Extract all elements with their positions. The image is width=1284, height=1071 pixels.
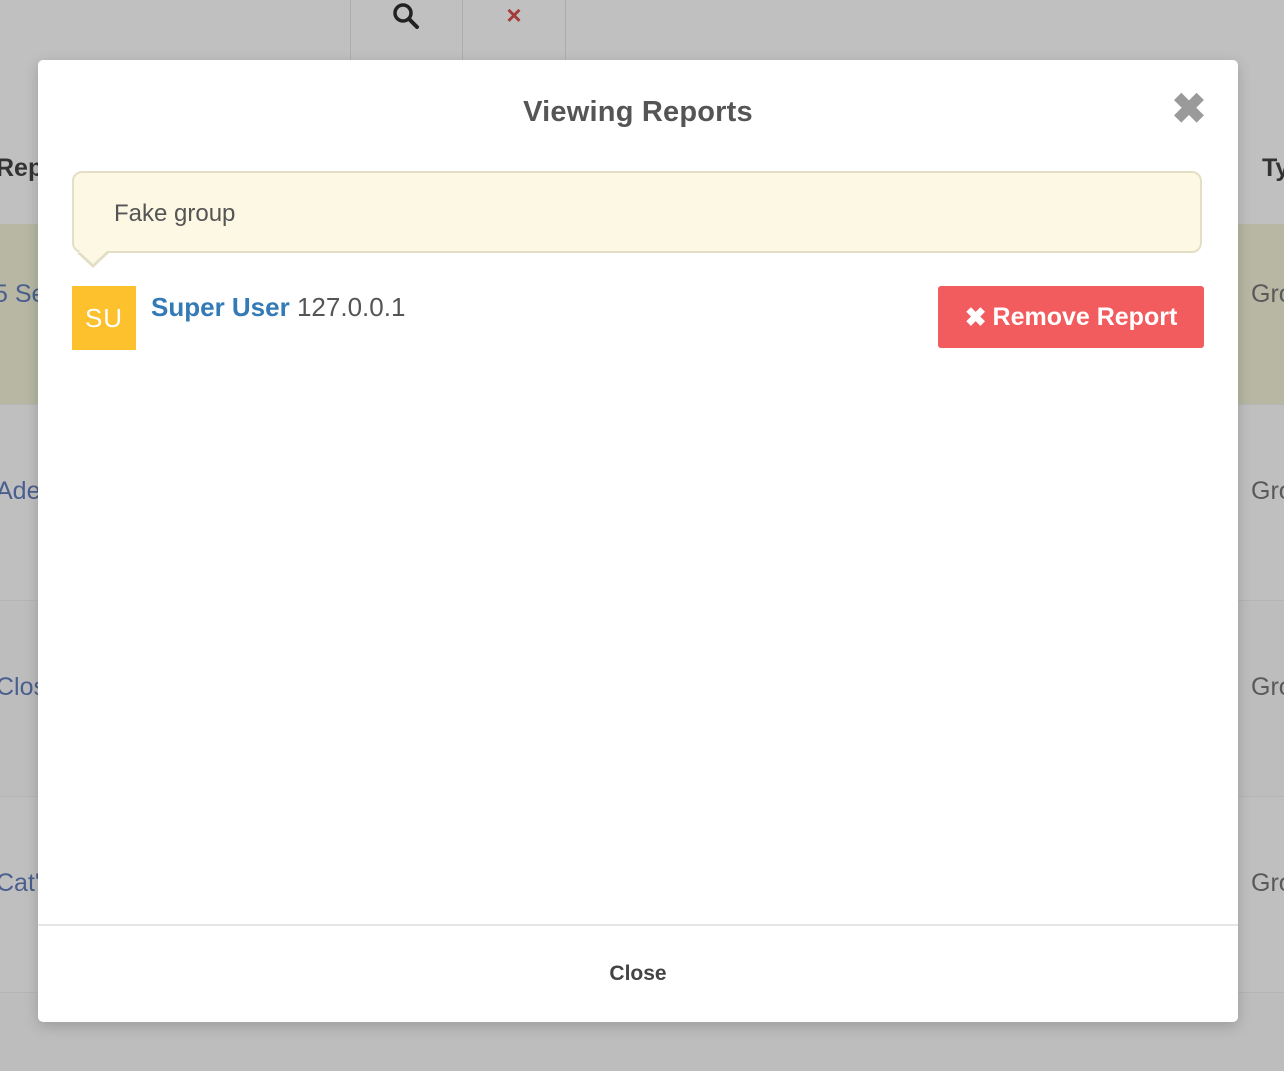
viewing-reports-modal: Viewing Reports ✖ Fake group SU Super Us… [38,60,1238,1022]
close-icon: ✖ [964,301,987,332]
background-toolbar: × [0,0,1284,67]
report-message-bubble: Fake group [72,171,1202,253]
bubble-arrow-fill [79,251,107,264]
modal-title: Viewing Reports [523,96,753,128]
search-button[interactable] [350,0,460,60]
modal-footer: Close [38,924,1238,1022]
close-icon: × [506,0,522,30]
reporter-info: Super User 127.0.0.1 [151,292,405,323]
avatar: SU [72,286,136,350]
remove-report-button[interactable]: ✖ Remove Report [938,286,1204,348]
clear-filter-button[interactable]: × [462,0,566,60]
report-message: Fake group [114,200,236,227]
row-type: Gro [1251,869,1284,897]
column-header-report: Rep [0,154,44,182]
row-type: Gro [1251,280,1284,308]
reporter-ip: 127.0.0.1 [296,292,406,322]
reporter-name-link[interactable]: Super User [151,292,290,322]
row-type: Gro [1251,477,1284,505]
modal-close-button[interactable]: ✖ [1171,85,1207,132]
row-link[interactable]: Cat' [0,869,40,898]
column-header-type: Ty [1262,154,1284,182]
search-icon [392,3,419,29]
remove-report-label: Remove Report [992,302,1178,331]
close-button[interactable]: Close [609,962,666,986]
close-icon: ✖ [1171,85,1207,132]
row-type: Gro [1251,673,1284,701]
